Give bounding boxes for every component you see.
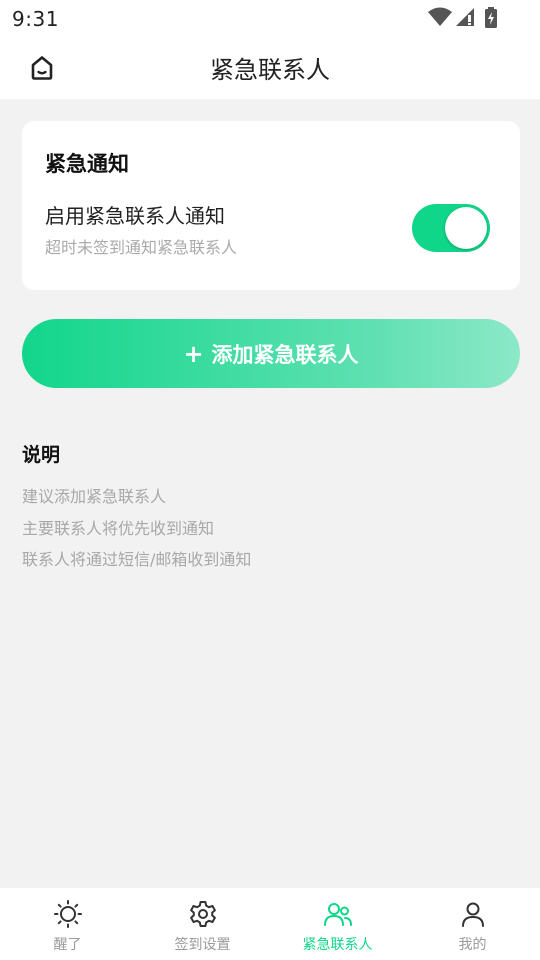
tab-wake[interactable]: 醒了: [0, 888, 135, 960]
notes-line: 主要联系人将优先收到通知: [22, 518, 215, 538]
person-icon: [462, 902, 484, 927]
add-contact-label: 添加紧急联系人: [211, 342, 359, 367]
card-title: 紧急通知: [45, 152, 129, 176]
contacts-icon: [324, 903, 352, 926]
notify-toggle[interactable]: [412, 204, 490, 252]
tab-label: 醒了: [53, 937, 82, 953]
tab-label: 签到设置: [174, 937, 231, 953]
notes-title: 说明: [22, 444, 61, 466]
sun-icon: [54, 900, 82, 928]
tab-label: 我的: [458, 937, 487, 953]
plus-icon: +: [183, 339, 204, 368]
screen: 9:31 紧急联系人 紧急通知 启用紧急联系人通知 超时未签到通知紧急联系人 +…: [0, 0, 540, 960]
toggle-knob: [445, 207, 487, 249]
wifi-icon: [428, 7, 452, 26]
page-title: 紧急联系人: [210, 56, 330, 84]
tab-label: 紧急联系人: [302, 937, 373, 953]
status-time: 9:31: [12, 7, 59, 31]
setting-description: 超时未签到通知紧急联系人: [45, 238, 238, 257]
tab-bar: 醒了 签到设置 紧急联系人 我的: [0, 888, 540, 960]
add-contact-button[interactable]: + 添加紧急联系人: [22, 319, 520, 388]
tab-emergency-contacts[interactable]: 紧急联系人: [270, 888, 405, 960]
signal-icon: [456, 8, 474, 26]
tab-checkin-settings[interactable]: 签到设置: [135, 888, 270, 960]
setting-label: 启用紧急联系人通知: [45, 204, 225, 228]
notes-line: 建议添加紧急联系人: [22, 487, 167, 506]
header: 紧急联系人: [0, 36, 540, 99]
battery-icon: [485, 7, 497, 28]
gear-icon: [190, 901, 216, 927]
tab-mine[interactable]: 我的: [405, 888, 540, 960]
notify-card: 紧急通知 启用紧急联系人通知 超时未签到通知紧急联系人: [22, 121, 520, 290]
status-bar: 9:31: [0, 0, 540, 36]
notes-line: 联系人将通过短信/邮箱收到通知: [22, 550, 252, 569]
notes-section: 说明 建议添加紧急联系人 主要联系人将优先收到通知 联系人将通过短信/邮箱收到通…: [22, 440, 251, 576]
